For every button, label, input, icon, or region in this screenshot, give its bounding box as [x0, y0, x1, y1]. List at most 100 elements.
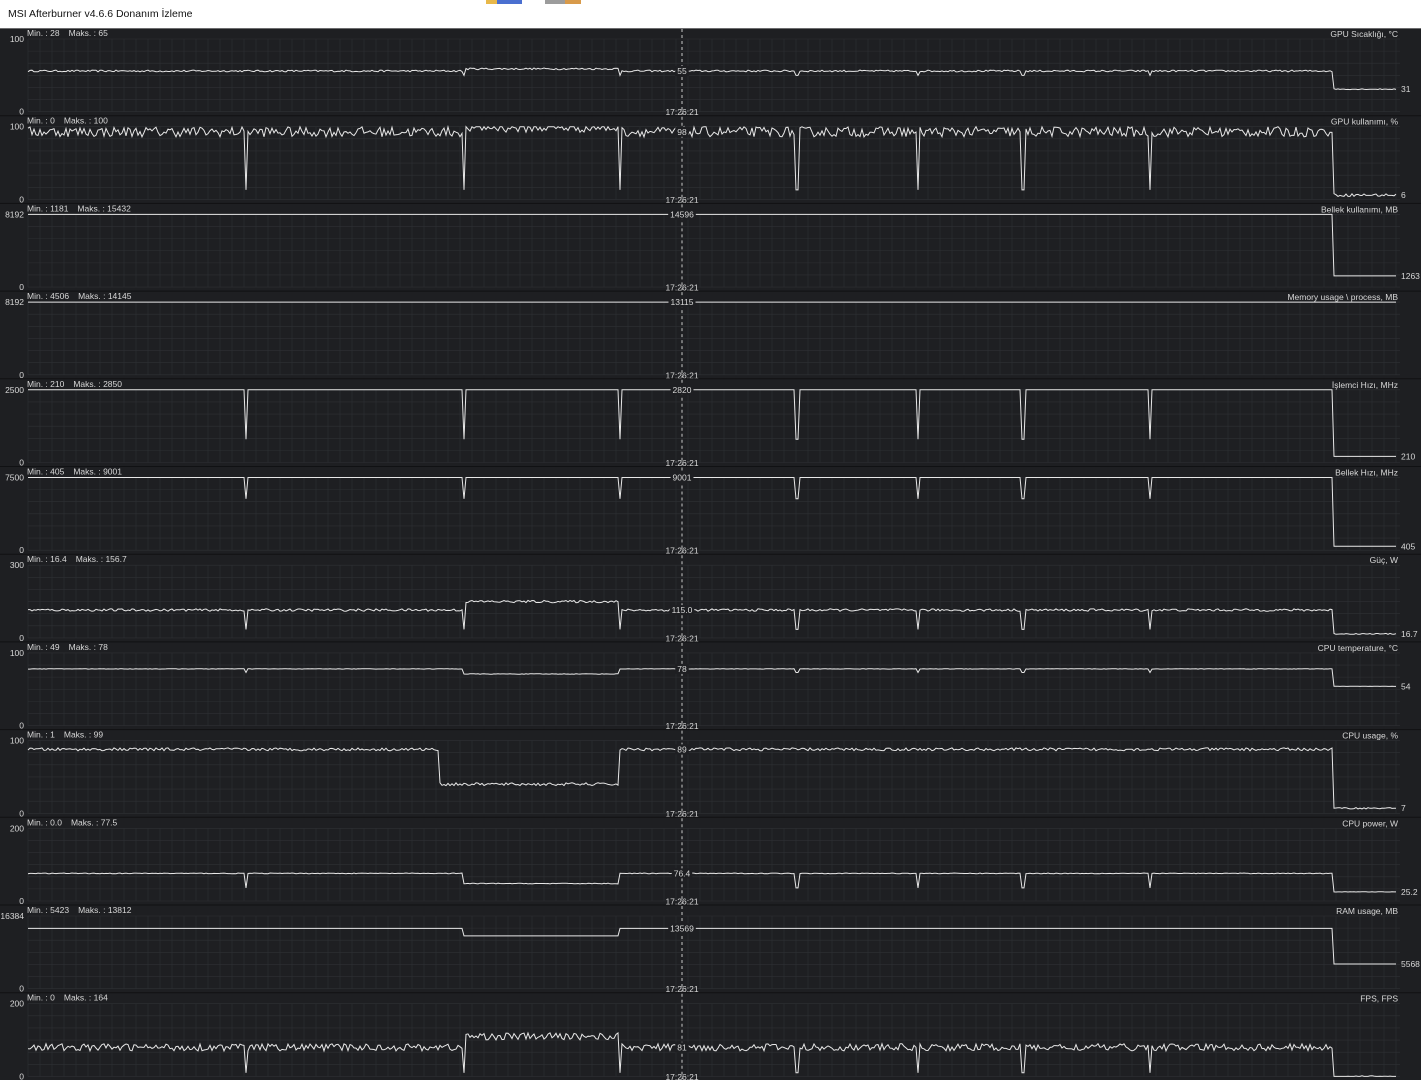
scale-max-label: 7500 — [5, 473, 24, 483]
graph-max-label: Maks. : 156.7 — [76, 554, 127, 564]
graph-name-label: CPU temperature, °C — [1318, 643, 1398, 653]
current-value-label: 6 — [1401, 190, 1406, 200]
current-value-label: 25.2 — [1401, 887, 1418, 897]
graph-panel[interactable]: 1000Min. : 49 Maks. : 78 CPU temperature, … — [0, 641, 1421, 731]
graph-panel[interactable]: 25000Min. : 210 Maks. : 2850 İşlemci Hızı,… — [0, 378, 1421, 468]
graph-max-label: Maks. : 99 — [64, 730, 103, 740]
graph-name-label: İşlemci Hızı, MHz — [1332, 380, 1398, 390]
graph-name-label: Bellek Hızı, MHz — [1335, 468, 1398, 478]
graph-max-label: Maks. : 77.5 — [71, 817, 118, 827]
cursor-value-label: 13569 — [670, 923, 694, 933]
graph-panel[interactable]: 81920Min. : 1181 Maks. : 15432 Bellek kull… — [0, 202, 1421, 293]
graph-grid — [27, 301, 1400, 376]
graph-grid — [27, 477, 1400, 551]
graph-name-label: CPU power, W — [1342, 818, 1398, 828]
graph-grid — [27, 389, 1400, 463]
cursor-value-label: 89 — [677, 744, 687, 754]
graph-max-label: Maks. : 13812 — [78, 905, 132, 915]
cursor-value-label: 98 — [677, 127, 687, 137]
graph-min-label: Min. : 1181 — [27, 203, 69, 213]
cursor-value-label: 55 — [677, 66, 687, 76]
cursor-value-label: 9001 — [673, 473, 692, 483]
cursor-value-label: 76.4 — [674, 868, 691, 878]
title-bar[interactable]: MSI Afterburner v4.6.6 Donanım İzleme — [0, 0, 1421, 29]
current-value-label: 54 — [1401, 681, 1411, 691]
graph-max-label: Maks. : 2850 — [73, 379, 122, 389]
graph-grid — [27, 915, 1400, 990]
graph-min-label: Min. : 0 — [27, 116, 55, 126]
graph-panel[interactable]: 1000Min. : 28 Maks. : 65 GPU Sıcaklığı, °C… — [0, 28, 1421, 117]
graph-max-label: Maks. : 65 — [69, 28, 108, 38]
scale-min-label: 0 — [19, 1071, 24, 1080]
graph-panel[interactable]: 3000Min. : 16.4 Maks. : 156.7 Güç, W115.01… — [0, 553, 1421, 643]
graph-name-label: GPU kullanımı, % — [1331, 117, 1399, 127]
cursor-value-label: 81 — [677, 1042, 687, 1052]
afterburner-monitor-window: MSI Afterburner v4.6.6 Donanım İzleme 10… — [0, 0, 1421, 1080]
graph-panel[interactable]: 2000Min. : 0.0 Maks. : 77.5 CPU power, W76… — [0, 816, 1421, 907]
monitoring-graphs[interactable]: 100 0 Min. : 28 Maks. : 65 GPU Sıcaklığı, °C… — [0, 28, 1421, 1080]
graph-max-label: Maks. : 15432 — [77, 203, 131, 213]
scale-max-label: 100 — [10, 34, 24, 44]
graph-panel[interactable]: 81920Min. : 4506 Maks. : 14145 Memory usag… — [0, 290, 1421, 380]
graph-area[interactable]: 100 0 Min. : 28 Maks. : 65 GPU Sıcaklığı, °C… — [0, 28, 1421, 1080]
current-value-label: 1263 — [1401, 271, 1420, 281]
graph-grid — [27, 740, 1400, 814]
current-value-label: 7 — [1401, 803, 1406, 813]
cursor-time-label: 17:26:21 — [665, 1072, 698, 1080]
scale-max-label: 8192 — [5, 209, 24, 219]
scale-max-label: 8192 — [5, 297, 24, 307]
current-value-label: 5568 — [1401, 959, 1420, 969]
graph-name-label: Güç, W — [1370, 555, 1398, 565]
graph-max-label: Maks. : 14145 — [78, 291, 132, 301]
graph-max-label: Maks. : 9001 — [73, 467, 122, 477]
graph-min-label: Min. : 1 — [27, 730, 55, 740]
current-value-label: 405 — [1401, 541, 1415, 551]
graph-min-label: Min. : 405 — [27, 467, 65, 477]
scale-max-label: 200 — [10, 823, 24, 833]
graph-min-label: Min. : 210 — [27, 379, 65, 389]
graph-grid — [27, 38, 1400, 112]
scale-max-label: 2500 — [5, 385, 24, 395]
graph-max-label: Maks. : 164 — [64, 993, 108, 1003]
current-value-label: 210 — [1401, 451, 1415, 461]
taskbar-icon-fragment — [486, 0, 522, 4]
graph-min-label: Min. : 49 — [27, 642, 60, 652]
graph-min-label: Min. : 16.4 — [27, 554, 67, 564]
graph-grid — [27, 827, 1400, 902]
graph-grid — [27, 652, 1400, 726]
cursor-value-label: 14596 — [670, 209, 694, 219]
graph-grid — [27, 1003, 1400, 1077]
cursor-value-label: 115.0 — [672, 605, 693, 615]
graph-name-label: RAM usage, MB — [1336, 906, 1398, 916]
graph-panel[interactable]: 200 0 Min. : 0 Maks. : 164 FPS, FPS 81 17:26:2… — [0, 992, 1421, 1080]
graph-grid — [27, 564, 1400, 639]
scale-max-label: 100 — [10, 648, 24, 658]
current-value-label: 16.7 — [1401, 629, 1418, 639]
cursor-value-label: 13115 — [670, 297, 693, 307]
graph-min-label: Min. : 5423 — [27, 905, 69, 915]
graph-panel[interactable]: 163840Min. : 5423 Maks. : 13812 RAM usage,… — [0, 904, 1421, 994]
graph-min-label: Min. : 0 — [27, 993, 55, 1003]
graph-grid — [27, 126, 1400, 200]
graph-panel[interactable]: 75000Min. : 405 Maks. : 9001 Bellek Hızı, … — [0, 466, 1421, 556]
graph-name-label: Memory usage \ process, MB — [1287, 292, 1398, 302]
scale-max-label: 16384 — [0, 911, 24, 921]
graph-name-label: Bellek kullanımı, MB — [1321, 204, 1398, 214]
graph-max-label: Maks. : 100 — [64, 116, 108, 126]
graph-name-label: FPS, FPS — [1360, 994, 1398, 1004]
scale-max-label: 100 — [10, 122, 24, 132]
cursor-value-label: 2820 — [673, 385, 692, 395]
graph-min-label: Min. : 0.0 — [27, 817, 62, 827]
scale-max-label: 200 — [10, 999, 24, 1009]
current-value-label: 31 — [1401, 84, 1411, 94]
window-title: MSI Afterburner v4.6.6 Donanım İzleme — [8, 8, 193, 20]
graph-panel[interactable]: 1000Min. : 1 Maks. : 99 CPU usage, %8917:2… — [0, 729, 1421, 819]
graph-name-label: GPU Sıcaklığı, °C — [1330, 29, 1398, 39]
graph-min-label: Min. : 4506 — [27, 291, 69, 301]
graph-max-label: Maks. : 78 — [69, 642, 108, 652]
scale-max-label: 300 — [10, 560, 24, 570]
graph-panel[interactable]: 1000Min. : 0 Maks. : 100 GPU kullanımı, %9… — [0, 115, 1421, 205]
cursor-value-label: 78 — [677, 664, 687, 674]
scale-max-label: 100 — [10, 736, 24, 746]
taskbar-icon-fragment — [545, 0, 581, 4]
